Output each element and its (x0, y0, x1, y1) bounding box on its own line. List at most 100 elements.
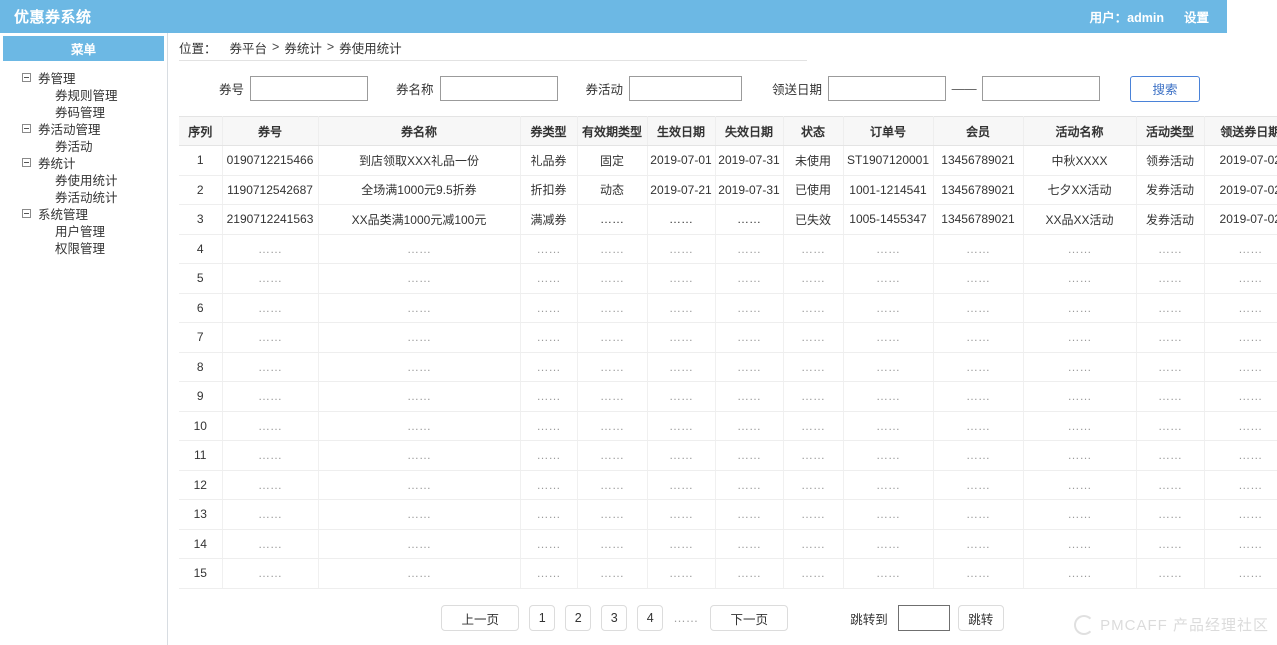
cell-activity-name: …… (1023, 234, 1137, 264)
table-row[interactable]: 10……………………………………………………………… (179, 411, 1277, 441)
table-header-row: 序列 券号 券名称 券类型 有效期类型 生效日期 失效日期 状态 订单号 会员 … (179, 116, 1277, 146)
settings-link[interactable]: 设置 (1184, 7, 1209, 26)
cell-coupon-type: …… (520, 293, 578, 323)
column-header-status: 状态 (783, 116, 844, 146)
cell-receive-date: …… (1204, 558, 1277, 589)
cell-activity-name: …… (1023, 322, 1137, 353)
sidebar-menu-header: 菜单 (3, 36, 164, 61)
cell-coupon-name: …… (318, 529, 521, 559)
sidebar-item-coupon-code-management[interactable]: 券码管理 (0, 103, 167, 120)
cell-validity-type: …… (577, 470, 648, 500)
cell-coupon-no: 1190712542687 (222, 175, 319, 205)
cell-member: …… (933, 352, 1024, 382)
sidebar-group-activity-management[interactable]: 券活动管理 (0, 120, 167, 137)
jump-to-button[interactable]: 跳转 (957, 605, 1004, 631)
cell-member: …… (933, 499, 1024, 530)
page-button-3[interactable]: 3 (601, 605, 628, 631)
cell-activity-type: …… (1136, 381, 1205, 412)
coupon-no-input[interactable] (250, 76, 369, 101)
cell-index: 13 (179, 499, 223, 530)
table-row[interactable]: 15……………………………………………………………… (179, 558, 1277, 589)
table-row[interactable]: 6……………………………………………………………… (179, 293, 1277, 323)
sidebar-item-coupon-activity-statistics[interactable]: 券活动统计 (0, 188, 167, 205)
cell-coupon-type: 礼品券 (520, 145, 578, 176)
cell-coupon-name: XX品类满1000元减100元 (318, 204, 521, 235)
sidebar-item-coupon-activity[interactable]: 券活动 (0, 137, 167, 154)
coupon-name-label: 券名称 (396, 83, 434, 97)
cell-coupon-no: …… (222, 529, 319, 559)
filter-bar: 券号 券名称 券活动 领送日期 —— 搜索 (168, 61, 1277, 116)
table-row[interactable]: 4……………………………………………………………… (179, 234, 1277, 264)
column-header-end-date: 失效日期 (715, 116, 784, 146)
table-row[interactable]: 5……………………………………………………………… (179, 263, 1277, 294)
tree-collapse-icon[interactable] (22, 158, 31, 167)
cell-end-date: …… (715, 381, 784, 412)
receive-date-to-input[interactable] (982, 76, 1101, 101)
sidebar-item-permission-management[interactable]: 权限管理 (0, 239, 167, 256)
cell-index: 4 (179, 234, 223, 264)
tree-collapse-icon[interactable] (22, 124, 31, 133)
breadcrumb-item-3[interactable]: 券使用统计 (339, 38, 402, 57)
table-row[interactable]: 14……………………………………………………………… (179, 529, 1277, 559)
coupon-no-field: 券号 (219, 76, 369, 101)
table-row[interactable]: 8……………………………………………………………… (179, 352, 1277, 382)
cell-receive-date: …… (1204, 411, 1277, 441)
tree-collapse-icon[interactable] (22, 73, 31, 82)
cell-activity-type: 发券活动 (1136, 204, 1205, 235)
cell-receive-date: …… (1204, 234, 1277, 264)
search-button[interactable]: 搜索 (1130, 75, 1201, 102)
sidebar-item-coupon-usage-statistics[interactable]: 券使用统计 (0, 171, 167, 188)
column-header-member: 会员 (933, 116, 1024, 146)
jump-to-input[interactable] (897, 605, 950, 631)
sidebar-item-coupon-rule-management[interactable]: 券规则管理 (0, 86, 167, 103)
cell-coupon-type: …… (520, 381, 578, 412)
cell-member: …… (933, 440, 1024, 471)
cell-member: …… (933, 470, 1024, 500)
table-row[interactable]: 2 1190712542687 全场满1000元9.5折券 折扣券 动态 2019-07-… (179, 175, 1277, 205)
cell-coupon-no: …… (222, 381, 319, 412)
cell-coupon-name: …… (318, 470, 521, 500)
coupon-name-input[interactable] (439, 76, 558, 101)
cell-end-date: …… (715, 234, 784, 264)
cell-activity-type: …… (1136, 499, 1205, 530)
cell-order-no: …… (843, 529, 934, 559)
cell-status: …… (783, 234, 844, 264)
cell-end-date: …… (715, 440, 784, 471)
cell-index: 9 (179, 381, 223, 412)
next-page-button[interactable]: 下一页 (710, 605, 789, 631)
table-row[interactable]: 12……………………………………………………………… (179, 470, 1277, 500)
column-header-coupon-type: 券类型 (520, 116, 578, 146)
sidebar-group-coupon-statistics[interactable]: 券统计 (0, 154, 167, 171)
cell-start-date: …… (647, 499, 716, 530)
cell-status: …… (783, 381, 844, 412)
sidebar-group-system-management[interactable]: 系统管理 (0, 205, 167, 222)
cell-coupon-no: …… (222, 234, 319, 264)
table-row[interactable]: 1 0190712215466 到店领取XXX礼品一份 礼品券 固定 2019-07-01… (179, 145, 1277, 176)
cell-status: 未使用 (783, 145, 844, 176)
table-row[interactable]: 13……………………………………………………………… (179, 499, 1277, 530)
cell-activity-type: …… (1136, 440, 1205, 471)
cell-activity-name: …… (1023, 263, 1137, 294)
prev-page-button[interactable]: 上一页 (441, 605, 520, 631)
activity-input[interactable] (629, 76, 743, 101)
sidebar-group-coupon-management[interactable]: 券管理 (0, 69, 167, 86)
sidebar-item-user-management[interactable]: 用户管理 (0, 222, 167, 239)
cell-end-date: 2019-07-31 (715, 175, 784, 205)
receive-date-from-input[interactable] (828, 76, 947, 101)
receive-date-field: 领送日期 —— (772, 76, 1101, 101)
column-header-activity-type: 活动类型 (1136, 116, 1205, 146)
cell-order-no: …… (843, 322, 934, 353)
tree-collapse-icon[interactable] (22, 209, 31, 218)
page-button-2[interactable]: 2 (565, 605, 592, 631)
breadcrumb-item-2[interactable]: 券统计 (284, 38, 322, 57)
breadcrumb-item-1[interactable]: 券平台 (230, 38, 268, 57)
table-row[interactable]: 11……………………………………………………………… (179, 440, 1277, 471)
cell-index: 8 (179, 352, 223, 382)
page-button-1[interactable]: 1 (529, 605, 556, 631)
table-row[interactable]: 9……………………………………………………………… (179, 381, 1277, 412)
table-row[interactable]: 7……………………………………………………………… (179, 322, 1277, 353)
table-row[interactable]: 3 2190712241563 XX品类满1000元减100元 满减券……………… 已失… (179, 204, 1277, 235)
cell-index: 2 (179, 175, 223, 205)
coupon-name-field: 券名称 (396, 76, 558, 101)
page-button-4[interactable]: 4 (637, 605, 664, 631)
